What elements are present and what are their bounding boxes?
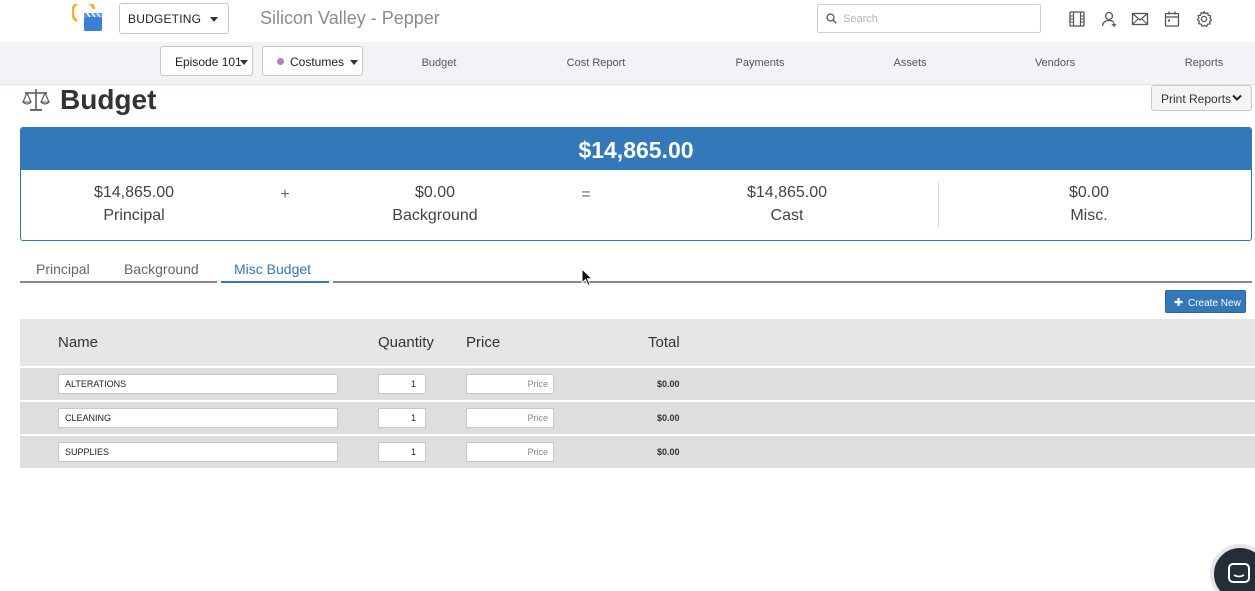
cast-amount: $14,865.00: [746, 184, 828, 201]
background-summary: $0.00 Background: [392, 184, 477, 225]
plus-sign: +: [280, 186, 290, 203]
print-reports-button[interactable]: Print Reports: [1151, 85, 1252, 111]
mail-icon[interactable]: [1131, 10, 1149, 28]
department-select-label: Costumes: [290, 55, 345, 69]
chat-icon: [1228, 563, 1250, 583]
chat-launcher-button[interactable]: [1210, 544, 1255, 591]
item-name-input[interactable]: [58, 408, 338, 428]
background-amount: $0.00: [414, 184, 456, 201]
column-header-name: Name: [58, 334, 99, 351]
item-name-input[interactable]: [58, 442, 338, 462]
mouse-cursor-icon: [581, 268, 593, 287]
item-quantity-input[interactable]: [378, 442, 426, 462]
search-box[interactable]: [817, 4, 1041, 33]
project-title: Silicon Valley - Pepper: [260, 8, 440, 28]
episode-select-label: Episode 101: [175, 55, 242, 69]
table-row: $0.00: [20, 436, 1255, 468]
tab-misc-budget[interactable]: Misc Budget: [234, 261, 311, 277]
nav-link-budget[interactable]: Budget: [422, 57, 457, 69]
tab-background[interactable]: Background: [124, 261, 199, 277]
tab-principal[interactable]: Principal: [36, 261, 90, 277]
create-new-label: Create New: [1188, 298, 1241, 309]
app-logo-icon[interactable]: [72, 4, 104, 34]
episode-select[interactable]: Episode 101: [160, 46, 253, 76]
misc-amount: $0.00: [1068, 184, 1110, 201]
item-name-input[interactable]: [58, 374, 338, 394]
grand-total: $14,865.00: [21, 128, 1251, 170]
table-row: $0.00: [20, 368, 1255, 400]
create-new-button[interactable]: ✚ Create New: [1165, 290, 1246, 313]
item-quantity-input[interactable]: [378, 408, 426, 428]
module-select-label: BUDGETING: [128, 12, 202, 26]
item-total: $0.00: [657, 413, 680, 423]
search-icon: [826, 13, 837, 24]
page-title: Budget: [60, 84, 157, 115]
department-select[interactable]: Costumes: [262, 46, 363, 76]
misc-label: Misc.: [1070, 207, 1108, 224]
balance-scale-icon: [22, 89, 50, 111]
column-header-quantity: Quantity: [378, 334, 434, 351]
chevron-down-icon: [210, 17, 218, 22]
column-header-price: Price: [466, 334, 501, 351]
calendar-icon[interactable]: [1163, 10, 1181, 28]
equals-sign: =: [581, 186, 591, 203]
plus-icon: ✚: [1174, 297, 1184, 309]
principal-summary: $14,865.00 Principal: [94, 184, 174, 225]
settings-icon[interactable]: [1195, 10, 1213, 28]
principal-label: Principal: [103, 207, 165, 224]
nav-link-assets[interactable]: Assets: [893, 57, 926, 69]
table-header: Name Quantity Price Total: [20, 319, 1255, 366]
nav-link-vendors[interactable]: Vendors: [1035, 57, 1075, 69]
column-header-total: Total: [648, 334, 680, 351]
item-total: $0.00: [657, 379, 680, 389]
principal-amount: $14,865.00: [93, 184, 175, 201]
chevron-down-icon: [350, 60, 358, 65]
nav-link-reports[interactable]: Reports: [1185, 57, 1224, 69]
budget-summary-card: $14,865.00 $14,865.00 Principal + $0.00 …: [20, 127, 1252, 241]
tab-underline-active: [221, 281, 329, 283]
tab-underline: [333, 281, 1252, 283]
item-price-input[interactable]: [466, 442, 554, 462]
search-input[interactable]: [843, 9, 1033, 29]
film-icon[interactable]: [1068, 10, 1086, 28]
chevron-down-icon: [1232, 94, 1242, 101]
cast-label: Cast: [770, 207, 804, 224]
department-color-dot: [277, 58, 284, 65]
top-bar: BUDGETING Silicon Valley - Pepper: [0, 0, 1255, 42]
nav-link-payments[interactable]: Payments: [736, 57, 785, 69]
item-price-input[interactable]: [466, 408, 554, 428]
item-price-input[interactable]: [466, 374, 554, 394]
misc-summary: $0.00 Misc.: [1069, 184, 1109, 225]
item-quantity-input[interactable]: [378, 374, 426, 394]
cast-summary: $14,865.00 Cast: [747, 184, 827, 225]
item-total: $0.00: [657, 447, 680, 457]
tab-underline: [20, 281, 217, 283]
nav-link-cost-report[interactable]: Cost Report: [567, 57, 626, 69]
add-user-icon[interactable]: [1100, 10, 1118, 28]
background-label: Background: [392, 207, 478, 224]
table-row: $0.00: [20, 402, 1255, 434]
print-reports-label: Print Reports: [1161, 92, 1232, 106]
chevron-down-icon: [240, 60, 248, 65]
summary-divider: [938, 182, 939, 228]
module-select[interactable]: BUDGETING: [119, 3, 229, 34]
misc-budget-table: Name Quantity Price Total $0.00 $0.00 $0…: [20, 319, 1255, 468]
nav-bar: Episode 101 Costumes Budget Cost Report …: [0, 42, 1255, 85]
